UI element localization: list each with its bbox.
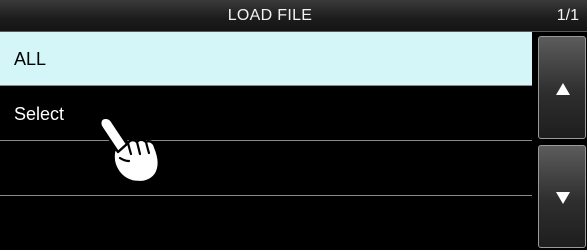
triangle-up-icon xyxy=(556,83,570,95)
scroll-up-button[interactable] xyxy=(538,36,586,139)
load-file-screen: LOAD FILE 1/1 ALL Select xyxy=(0,0,587,250)
scroll-down-button[interactable] xyxy=(538,145,586,248)
list-item-label: Select xyxy=(14,104,65,124)
list-item-empty[interactable] xyxy=(0,197,532,250)
screen-title: LOAD FILE xyxy=(227,7,313,24)
title-bar: LOAD FILE 1/1 xyxy=(0,0,587,32)
triangle-down-icon xyxy=(556,192,570,204)
list-item-all[interactable]: ALL xyxy=(0,32,532,86)
list-item-label: ALL xyxy=(14,49,47,69)
scroll-controls xyxy=(534,32,587,250)
list-item-empty[interactable] xyxy=(0,142,532,196)
hand-pointer-icon xyxy=(99,116,160,184)
file-option-list: ALL Select xyxy=(0,32,532,250)
list-item-select[interactable]: Select xyxy=(0,87,532,141)
page-indicator: 1/1 xyxy=(556,7,579,24)
